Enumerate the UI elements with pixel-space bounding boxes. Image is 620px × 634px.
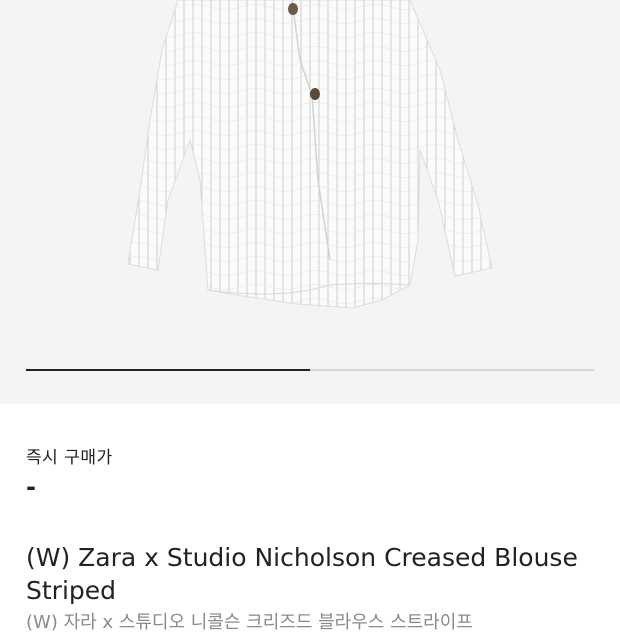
instant-buy-price-value: -	[26, 473, 36, 501]
product-title-korean: (W) 자라 x 스튜디오 니콜슨 크리즈드 블라우스 스트라이프	[26, 612, 473, 633]
instant-buy-price-label: 즉시 구매가	[26, 448, 113, 468]
button-top	[288, 3, 298, 15]
product-title: (W) Zara x Studio Nicholson Creased Blou…	[26, 543, 578, 605]
gallery-progress-fill	[26, 369, 310, 371]
product-image[interactable]	[0, 0, 620, 404]
product-image-gallery[interactable]	[0, 0, 620, 404]
gallery-progress-track[interactable]	[26, 369, 594, 371]
button-middle	[310, 88, 320, 100]
